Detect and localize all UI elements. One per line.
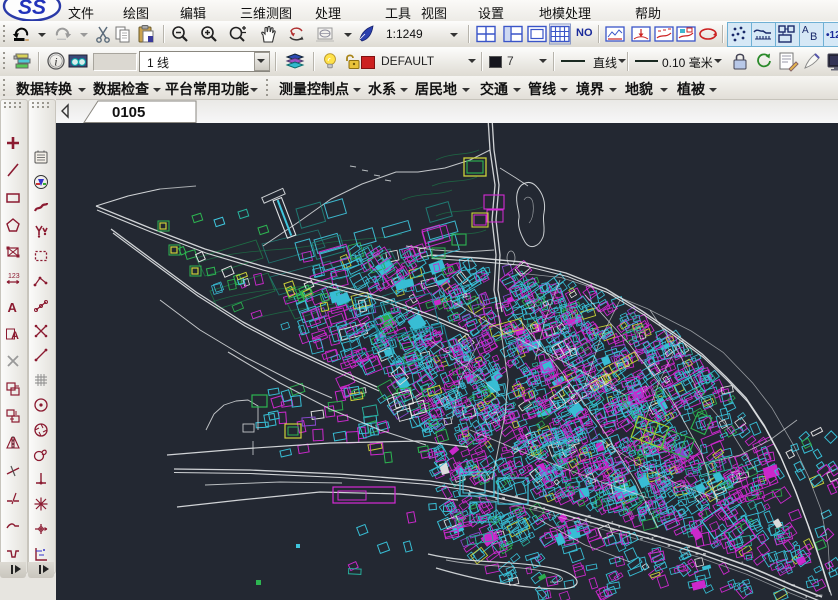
svg-text:123: 123 bbox=[8, 273, 20, 280]
svg-text:SS: SS bbox=[18, 0, 46, 19]
svg-text:A: A bbox=[8, 300, 18, 315]
svg-text:A: A bbox=[11, 330, 19, 342]
svg-text:•12: •12 bbox=[826, 30, 838, 41]
svg-text:0105: 0105 bbox=[112, 104, 145, 121]
svg-text:i: i bbox=[54, 55, 57, 69]
svg-text:A: A bbox=[802, 25, 809, 36]
svg-text:B: B bbox=[810, 31, 817, 43]
